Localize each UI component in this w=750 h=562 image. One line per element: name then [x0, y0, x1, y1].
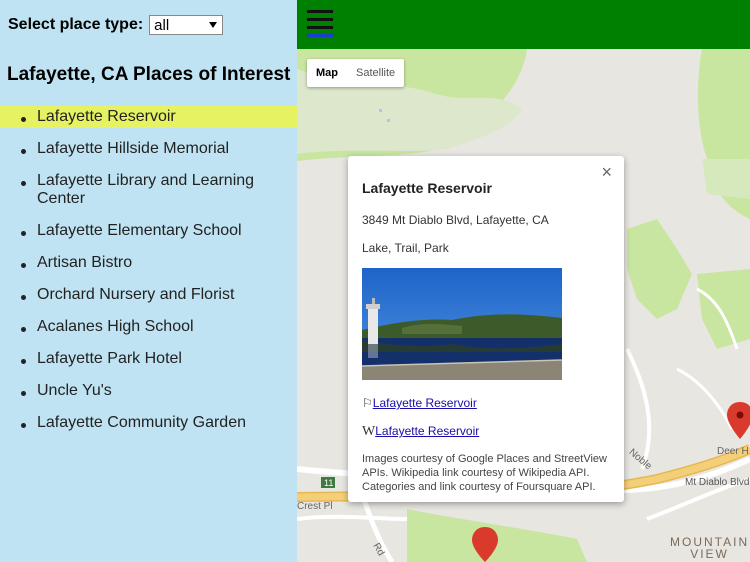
wikipedia-icon: W — [362, 424, 376, 439]
place-item[interactable]: Uncle Yu's — [0, 380, 297, 402]
hamburger-menu-icon[interactable] — [307, 10, 333, 40]
map-view-button[interactable]: Map — [307, 59, 347, 87]
info-title: Lafayette Reservoir — [362, 180, 492, 196]
info-address: 3849 Mt Diablo Blvd, Lafayette, CA — [362, 213, 549, 227]
close-icon[interactable]: × — [601, 162, 612, 183]
top-bar — [297, 0, 750, 49]
place-list: Lafayette Reservoir Lafayette Hillside M… — [0, 106, 297, 444]
info-categories: Lake, Trail, Park — [362, 241, 449, 255]
satellite-view-button[interactable]: Satellite — [347, 59, 404, 87]
place-item[interactable]: Lafayette Library and Learning Center — [0, 170, 297, 210]
place-photo — [362, 268, 562, 380]
place-type-label: Select place type: — [8, 16, 144, 33]
info-window: × Lafayette Reservoir 3849 Mt Diablo Blv… — [348, 156, 624, 502]
route-shield-label: 11 — [324, 478, 334, 488]
place-item[interactable]: Artisan Bistro — [0, 252, 297, 274]
wikipedia-link[interactable]: WLafayette Reservoir — [362, 424, 479, 440]
place-type-value: all — [154, 16, 170, 34]
sidebar: Select place type: all Lafayette, CA Pla… — [0, 0, 297, 562]
place-item[interactable]: Lafayette Park Hotel — [0, 348, 297, 370]
sidebar-title: Lafayette, CA Places of Interest — [7, 64, 291, 85]
map[interactable]: 11 Crest Pl Mt Diablo Blvd Deer H Noble … — [297, 49, 750, 562]
place-item[interactable]: Lafayette Hillside Memorial — [0, 138, 297, 160]
street-label: Deer H — [717, 446, 749, 457]
street-label: Crest Pl — [297, 501, 333, 512]
flag-icon: ⚐ — [362, 396, 373, 410]
place-item[interactable]: Lafayette Community Garden — [0, 412, 297, 434]
dropdown-arrow-icon — [209, 22, 218, 28]
neighborhood-label: MOUNTAIN VIEW — [670, 535, 750, 561]
place-type-filter: Select place type: all — [8, 14, 224, 36]
info-credits: Images courtesy of Google Places and Str… — [362, 453, 607, 493]
places-link[interactable]: ⚐Lafayette Reservoir — [362, 396, 477, 410]
place-type-select[interactable]: all — [149, 15, 224, 35]
street-label: Mt Diablo Blvd — [685, 477, 750, 488]
map-type-control: Map Satellite — [307, 59, 405, 87]
place-item[interactable]: Acalanes High School — [0, 316, 297, 338]
place-item[interactable]: Lafayette Reservoir — [0, 106, 297, 128]
place-item[interactable]: Orchard Nursery and Florist — [0, 284, 297, 306]
place-item[interactable]: Lafayette Elementary School — [0, 220, 297, 242]
